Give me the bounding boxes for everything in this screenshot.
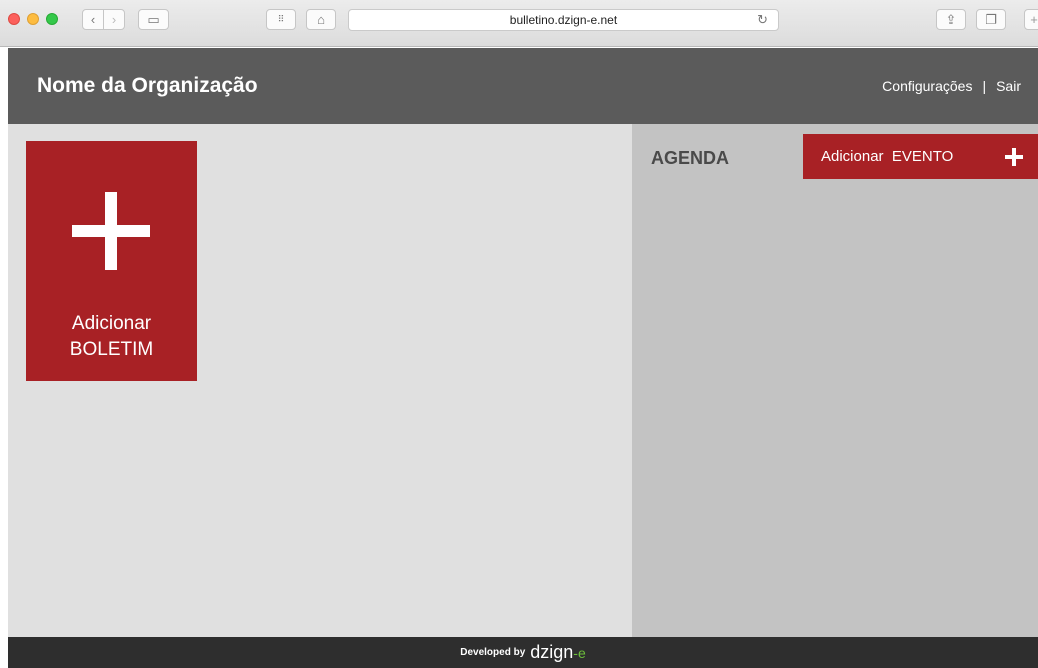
add-event-button[interactable]: Adicionar EVENTO [803, 134, 1038, 179]
plus-icon: + [1030, 12, 1038, 27]
header-links: Configurações | Sair [882, 78, 1021, 94]
agenda-panel [632, 124, 1038, 637]
app-header: Nome da Organização Configurações | Sair [8, 48, 1038, 124]
add-bulletin-label-line2: BOLETIM [69, 339, 154, 360]
sidebar-toggle-button[interactable]: ▭ [138, 9, 169, 30]
zoom-window-button[interactable] [46, 13, 58, 25]
add-bulletin-label: Adicionar BOLETIM [26, 311, 197, 363]
show-tabs-button[interactable]: ❐ [976, 9, 1006, 30]
home-icon: ⌂ [317, 12, 325, 27]
logout-link[interactable]: Sair [996, 78, 1021, 94]
organization-name: Nome da Organização [37, 74, 258, 97]
footer: Developed by dzign-e [8, 637, 1038, 668]
add-bulletin-label-line1: Adicionar [71, 313, 152, 334]
forward-button[interactable]: › [103, 9, 125, 30]
developed-by-text: Developed by [460, 647, 526, 658]
add-event-label: Adicionar EVENTO [821, 148, 954, 165]
plus-icon [72, 192, 150, 270]
reload-icon[interactable]: ↻ [757, 12, 768, 28]
share-button[interactable]: ⇪ [936, 9, 966, 30]
minimize-window-button[interactable] [27, 13, 39, 25]
settings-link[interactable]: Configurações [882, 78, 972, 94]
agenda-title: AGENDA [651, 148, 730, 168]
sidebar-icon: ▭ [147, 11, 160, 27]
share-icon: ⇪ [945, 11, 957, 27]
home-button[interactable]: ⌂ [306, 9, 336, 30]
header-separator: | [982, 78, 987, 94]
tabs-icon: ❐ [985, 11, 997, 27]
back-button[interactable]: ‹ [82, 9, 104, 30]
plus-icon [1005, 148, 1023, 166]
top-sites-button[interactable]: ⠿ [266, 9, 296, 30]
chevron-left-icon: ‹ [90, 12, 96, 27]
close-window-button[interactable] [8, 13, 20, 25]
grid-icon: ⠿ [277, 14, 285, 24]
address-bar[interactable]: bulletino.dzign-e.net ↻ [348, 9, 779, 31]
url-text: bulletino.dzign-e.net [509, 13, 618, 27]
brand-suffix: -e [573, 645, 586, 661]
new-tab-button[interactable]: + [1024, 9, 1038, 30]
dzign-e-logo[interactable]: dzign-e [530, 642, 585, 663]
add-bulletin-button[interactable]: Adicionar BOLETIM [26, 141, 197, 381]
browser-toolbar: ‹ › ▭ ⠿ ⌂ bulletino.dzign-e.net ↻ ⇪ ❐ + [0, 0, 1038, 47]
brand-name: dzign [530, 642, 574, 662]
chevron-right-icon: › [111, 12, 117, 27]
